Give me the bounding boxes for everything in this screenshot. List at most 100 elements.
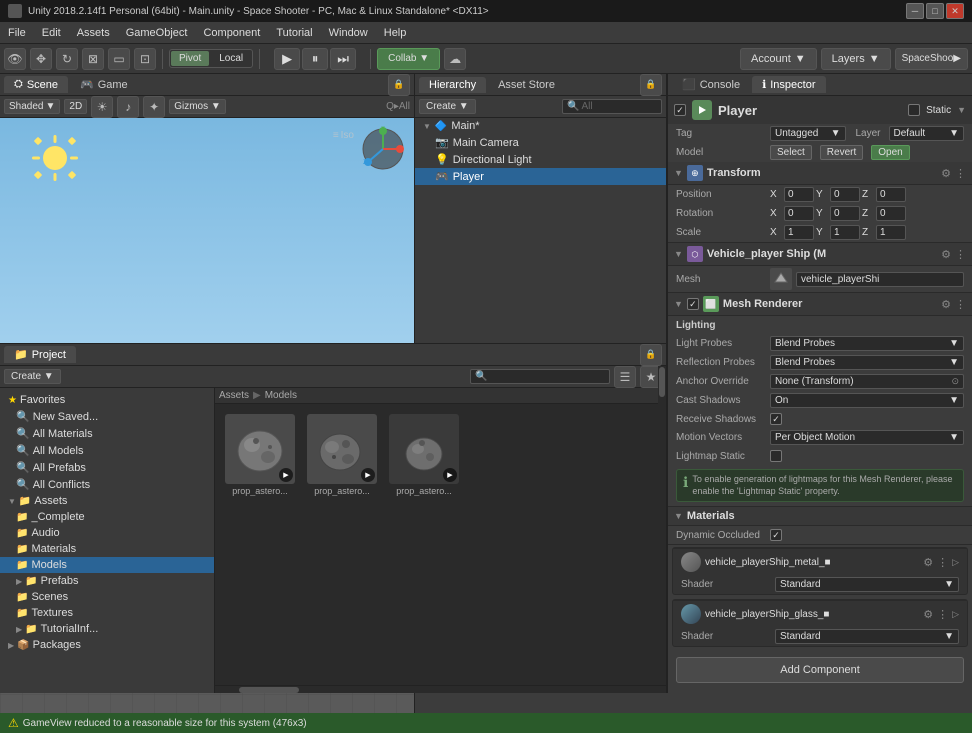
model-select-button[interactable]: Select: [770, 145, 812, 160]
rotate-tool-button[interactable]: ↻: [56, 48, 78, 70]
transform-tool-button[interactable]: ⊡: [134, 48, 156, 70]
gizmos-dropdown[interactable]: Gizmos ▼: [169, 99, 226, 114]
menu-gameobject[interactable]: GameObject: [118, 24, 196, 42]
project-filter-icon[interactable]: ☰: [614, 366, 636, 388]
motion-vectors-dropdown[interactable]: Per Object Motion ▼: [770, 430, 964, 445]
audio-toggle[interactable]: ♪: [117, 96, 139, 118]
eye-tool-button[interactable]: 👁: [4, 48, 26, 70]
project-horizontal-scrollbar[interactable]: [215, 685, 666, 693]
tab-console[interactable]: ⬛ Console: [672, 76, 750, 93]
tab-project[interactable]: 📁 Project: [4, 346, 76, 363]
step-button[interactable]: ⏭: [330, 48, 356, 70]
play-button[interactable]: ▶: [274, 48, 300, 70]
material-2-more-icon[interactable]: ⋮: [937, 608, 948, 621]
hierarchy-search[interactable]: 🔍 All: [562, 99, 662, 114]
account-button[interactable]: Account ▼: [740, 48, 817, 70]
shading-dropdown[interactable]: Shaded ▼: [4, 99, 60, 114]
anchor-override-dropdown[interactable]: None (Transform) ⊙: [770, 374, 964, 389]
material-1-shader-dropdown[interactable]: Standard ▼: [775, 577, 959, 592]
hierarchy-lock-icon[interactable]: 🔒: [640, 74, 662, 96]
vehicle-ship-header[interactable]: ▼ ⬡ Vehicle_player Ship (M ⚙ ⋮: [668, 243, 972, 266]
file-2-play-icon[interactable]: ▶: [361, 468, 375, 482]
add-component-button[interactable]: Add Component: [676, 657, 964, 683]
mesh-value-field[interactable]: vehicle_playerShi: [796, 272, 964, 287]
material-1-expand-icon[interactable]: ▷: [952, 557, 959, 568]
receive-shadows-checkbox[interactable]: [770, 413, 782, 425]
player-enabled-checkbox[interactable]: [674, 104, 686, 116]
tree-scenes[interactable]: 📁 Scenes: [0, 589, 214, 605]
menu-help[interactable]: Help: [376, 24, 415, 42]
vehicle-more-icon[interactable]: ⋮: [955, 248, 966, 261]
tree-prefabs[interactable]: ▶ 📁 Prefabs: [0, 573, 214, 589]
tree-all-prefabs[interactable]: 🔍 All Prefabs: [0, 459, 214, 476]
material-1-more-icon[interactable]: ⋮: [937, 556, 948, 569]
project-lock-icon[interactable]: 🔒: [640, 344, 662, 366]
rotation-z-field[interactable]: 0: [876, 206, 906, 221]
project-vertical-scrollbar[interactable]: [658, 388, 666, 685]
move-tool-button[interactable]: ✥: [30, 48, 52, 70]
scale-z-field[interactable]: 1: [876, 225, 906, 240]
tree-all-conflicts[interactable]: 🔍 All Conflicts: [0, 476, 214, 493]
local-button[interactable]: Local: [211, 51, 251, 66]
reflection-probes-dropdown[interactable]: Blend Probes ▼: [770, 355, 964, 370]
pause-button[interactable]: ⏸: [302, 48, 328, 70]
tree-all-models[interactable]: 🔍 All Models: [0, 442, 214, 459]
hier-item-camera[interactable]: 📷 Main Camera: [415, 134, 666, 151]
tree-all-materials[interactable]: 🔍 All Materials: [0, 425, 214, 442]
tree-models[interactable]: 📁 Models: [0, 557, 214, 573]
material-2-edit-icon[interactable]: ⚙: [923, 608, 933, 621]
tree-textures[interactable]: 📁 Textures: [0, 605, 214, 621]
static-checkbox[interactable]: [908, 104, 920, 116]
scale-tool-button[interactable]: ⊠: [82, 48, 104, 70]
tab-game[interactable]: 🎮 Game: [70, 76, 138, 93]
menu-tutorial[interactable]: Tutorial: [268, 24, 320, 42]
mesh-renderer-header[interactable]: ▼ ⬜ Mesh Renderer ⚙ ⋮: [668, 293, 972, 316]
menu-window[interactable]: Window: [321, 24, 376, 42]
tree-assets[interactable]: ▼ 📁 Assets: [0, 493, 214, 509]
tree-complete[interactable]: 📁 _Complete: [0, 509, 214, 525]
file-item-asteroid-3[interactable]: ▶ prop_astero...: [385, 410, 463, 500]
dynamic-occluded-checkbox[interactable]: [770, 529, 782, 541]
menu-component[interactable]: Component: [195, 24, 268, 42]
mesh-renderer-more-icon[interactable]: ⋮: [955, 298, 966, 311]
vehicle-settings-icon[interactable]: ⚙: [941, 248, 951, 261]
menu-assets[interactable]: Assets: [69, 24, 118, 42]
spaceshooter-button[interactable]: SpaceShoo▶: [895, 48, 968, 70]
tab-asset-store[interactable]: Asset Store: [488, 77, 565, 93]
hierarchy-create-button[interactable]: Create ▼: [419, 99, 476, 114]
tree-materials[interactable]: 📁 Materials: [0, 541, 214, 557]
tree-tutorial-info[interactable]: ▶ 📁 TutorialInf...: [0, 621, 214, 637]
material-1-edit-icon[interactable]: ⚙: [923, 556, 933, 569]
tab-scene[interactable]: ⛭ Scene: [4, 76, 68, 93]
scene-lock-icon[interactable]: 🔒: [388, 74, 410, 96]
transform-settings-icon[interactable]: ⚙: [941, 167, 951, 180]
breadcrumb-models[interactable]: Models: [265, 390, 297, 401]
scale-y-field[interactable]: 1: [830, 225, 860, 240]
material-2-shader-dropdown[interactable]: Standard ▼: [775, 629, 959, 644]
file-3-play-icon[interactable]: ▶: [443, 468, 457, 482]
hier-item-main[interactable]: ▼ 🔷 Main*: [415, 118, 666, 134]
effects-toggle[interactable]: ✦: [143, 96, 165, 118]
pivot-button[interactable]: Pivot: [171, 51, 209, 66]
rect-tool-button[interactable]: ▭: [108, 48, 130, 70]
menu-edit[interactable]: Edit: [34, 24, 69, 42]
hier-item-light[interactable]: 💡 Directional Light: [415, 151, 666, 168]
close-button[interactable]: ✕: [946, 3, 964, 19]
position-z-field[interactable]: 0: [876, 187, 906, 202]
axes-gizmo[interactable]: Y X Z: [360, 126, 406, 172]
rotation-x-field[interactable]: 0: [784, 206, 814, 221]
material-2-expand-icon[interactable]: ▷: [952, 609, 959, 620]
file-item-asteroid-2[interactable]: ▶ prop_astero...: [303, 410, 381, 500]
collab-button[interactable]: Collab ▼: [377, 48, 440, 70]
tab-inspector[interactable]: ℹ Inspector: [752, 76, 825, 93]
tab-hierarchy[interactable]: Hierarchy: [419, 77, 486, 93]
tree-audio[interactable]: 📁 Audio: [0, 525, 214, 541]
position-x-field[interactable]: 0: [784, 187, 814, 202]
tree-favorites[interactable]: ★ Favorites: [0, 392, 214, 408]
materials-header[interactable]: ▼ Materials: [668, 507, 972, 526]
menu-file[interactable]: File: [0, 24, 34, 42]
cast-shadows-dropdown[interactable]: On ▼: [770, 393, 964, 408]
light-probes-dropdown[interactable]: Blend Probes ▼: [770, 336, 964, 351]
maximize-button[interactable]: □: [926, 3, 944, 19]
hier-item-player[interactable]: 🎮 Player: [415, 168, 666, 185]
